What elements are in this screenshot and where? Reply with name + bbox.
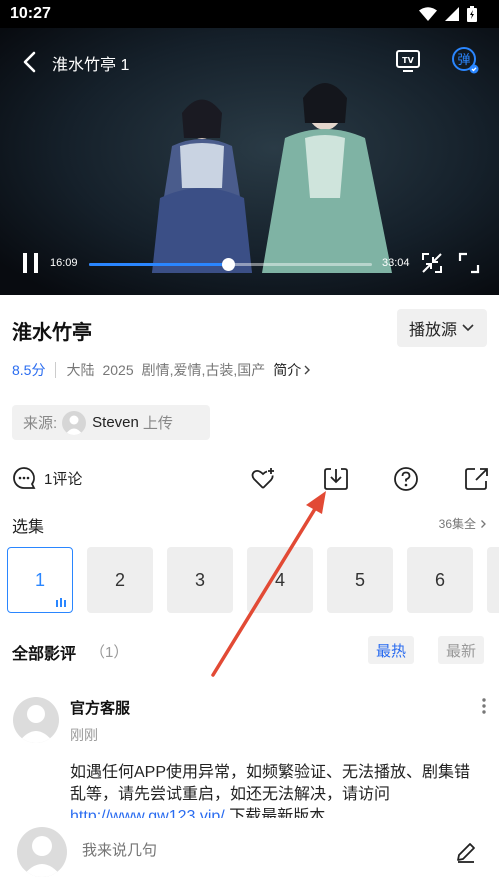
video-player[interactable]: 淮水竹亭 1 TV 弹 16:09 33:04 [0,28,499,295]
user-icon [22,836,62,877]
episode-label: 6 [434,569,445,590]
uploader-prefix: 来源: [23,415,58,432]
pause-icon[interactable] [21,251,41,275]
avatar[interactable] [13,697,59,743]
year: 2025 [102,362,134,378]
action-row: 1评论 [0,462,499,496]
help-icon[interactable] [393,466,419,492]
my-avatar [17,827,67,877]
signal-icon [445,7,459,21]
show-title: 淮水竹亭 [12,322,92,344]
comment-input[interactable] [82,842,422,859]
pip-icon[interactable] [421,252,443,274]
player-top-bar: 淮水竹亭 1 TV 弹 [0,28,499,92]
episode-1[interactable]: 1 [7,547,73,613]
episode-label: 5 [354,569,365,590]
wifi-icon [419,7,437,21]
episode-2[interactable]: 2 [87,547,153,613]
uploader-name: Steven [92,414,139,431]
episode-6[interactable]: 6 [407,547,473,613]
current-time: 16:09 [50,257,78,269]
video-title: 淮水竹亭 1 [52,57,130,74]
user-icon [65,415,84,435]
progress-handle[interactable] [221,258,235,271]
episode-4[interactable]: 4 [247,547,313,613]
comment-input-bar [0,818,499,887]
episodes-heading: 选集 [12,519,45,536]
episode-label: 1 [34,569,45,590]
play-source-button[interactable]: 播放源 [397,309,487,347]
danmu-label: 弹 [457,53,470,68]
episode-label: 4 [274,569,285,590]
comments-button[interactable]: 1评论 [12,466,82,490]
comment-author: 官方客服 [70,700,131,717]
uploader-avatar [62,410,87,435]
episode-label: 2 [114,569,125,590]
back-arrow-icon[interactable] [18,48,44,76]
tv-cast-icon[interactable]: TV [394,47,422,75]
player-controls: 16:09 33:04 [0,243,499,295]
play-source-label: 播放源 [408,322,457,339]
divider [55,362,57,378]
intro-label: 简介 [273,362,302,378]
comment-text-before: 如遇任何APP使用异常，如频繁验证、无法播放、剧集错乱等，请先尝试重启，如还无法… [70,764,471,803]
sort-hot-button[interactable]: 最热 [368,636,415,664]
uploader-tag[interactable]: 来源: Steven 上传 [12,405,210,440]
danmu-toggle-icon[interactable]: 弹 [450,45,480,75]
download-icon[interactable] [323,466,349,492]
chevron-right-icon [481,519,486,528]
duration-time: 33:04 [382,257,410,269]
progress-slider[interactable] [89,258,372,271]
score: 8.5分 [12,362,46,378]
playing-indicator-icon [56,598,66,607]
chevron-right-icon [304,365,311,375]
comments-count: 1评论 [44,470,83,488]
episode-list: 1 2 3 4 5 6 7 [7,547,499,613]
fullscreen-icon[interactable] [458,252,480,274]
episode-label: 3 [194,569,205,590]
episode-7[interactable]: 7 [487,547,499,613]
favorite-add-icon[interactable] [250,466,276,492]
chevron-down-icon [462,324,474,332]
reviews-count: （1） [90,644,129,661]
status-time: 10:27 [10,5,51,22]
progress-fill [89,263,228,266]
intro-link[interactable]: 简介 [273,360,311,380]
all-episodes-label: 36集全 [438,517,476,531]
user-icon [18,705,54,743]
comment-bubble-icon [13,467,36,489]
status-bar: 10:27 [0,0,499,28]
sort-new-button[interactable]: 最新 [438,636,485,664]
all-episodes-link[interactable]: 36集全 [439,515,487,532]
system-icons [419,6,477,22]
region: 大陆 [66,362,95,378]
svg-text:TV: TV [402,56,414,65]
episode-5[interactable]: 5 [327,547,393,613]
share-icon[interactable] [464,466,490,492]
reviews-heading: 全部影评 [12,646,77,663]
uploader-suffix: 上传 [142,415,173,432]
show-meta: 8.5分 大陆 2025 剧情,爱情,古装,国产 简介 [12,360,311,380]
genres: 剧情,爱情,古装,国产 [141,362,266,378]
more-options-icon[interactable] [480,697,488,715]
pencil-icon[interactable] [455,841,477,863]
episode-3[interactable]: 3 [167,547,233,613]
battery-icon [467,6,477,22]
comment-time: 刚刚 [70,727,98,743]
